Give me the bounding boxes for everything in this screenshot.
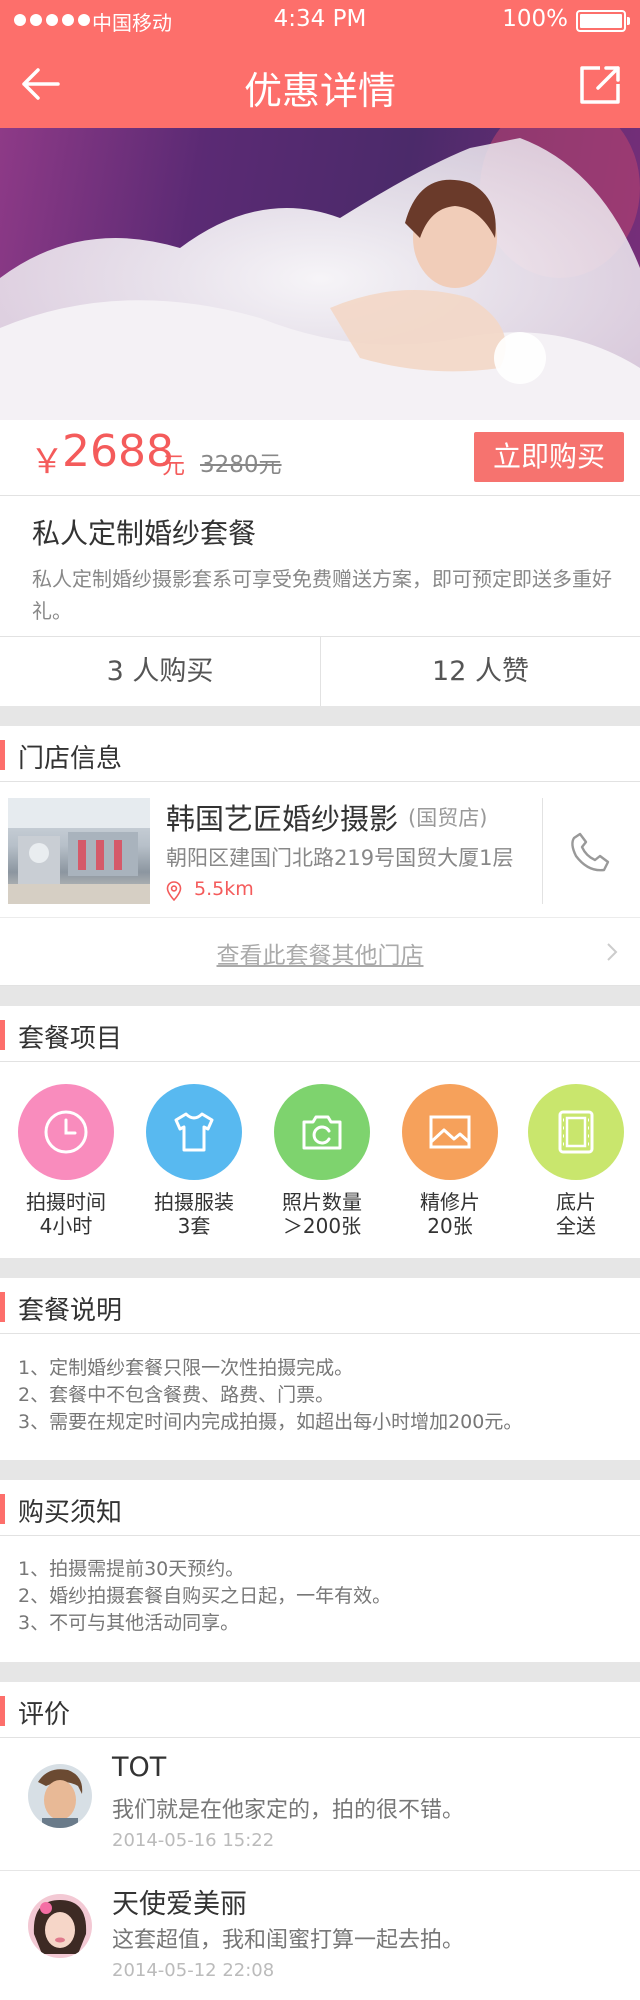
store-card[interactable]: 韩国艺匠婚纱摄影 (国贸店) 朝阳区建国门北路219号国贸大厦1层 5.5km	[0, 786, 640, 918]
package-description: 私人定制婚纱摄影套系可享受免费赠送方案，即可预定即送多重好礼。	[32, 567, 612, 623]
status-bar: 中国移动 4:34 PM 100%	[0, 0, 640, 40]
price-value: 2688	[62, 426, 174, 477]
store-branch: (国贸店)	[408, 806, 488, 830]
purchase-section-header: 购买须知	[0, 1480, 640, 1536]
store-section-header: 门店信息	[0, 726, 640, 782]
buyers-count: 3 人购买	[106, 656, 214, 687]
review-text: 我们就是在他家定的，拍的很不错。	[112, 1798, 465, 1823]
location-pin-icon	[166, 881, 182, 901]
section-accent-bar	[0, 1292, 5, 1322]
reviews-section-title: 评价	[18, 1700, 71, 1730]
store-photo	[8, 798, 150, 904]
nav-bar: 优惠详情	[0, 40, 640, 128]
note-line: 1、定制婚纱套餐只限一次性拍摄完成。	[18, 1357, 354, 1379]
package-title: 私人定制婚纱套餐	[32, 517, 257, 550]
reviewer-name: TOT	[112, 1752, 167, 1783]
film-icon	[528, 1084, 624, 1180]
reviews-section-header: 评价	[0, 1682, 640, 1738]
items-section-header: 套餐项目	[0, 1006, 640, 1062]
picture-icon	[402, 1084, 498, 1180]
note-line: 1、拍摄需提前30天预约。	[18, 1558, 245, 1580]
review-text: 这套超值，我和闺蜜打算一起去拍。	[112, 1928, 465, 1953]
other-stores-label: 查看此套餐其他门店	[216, 943, 424, 969]
section-accent-bar	[0, 1696, 5, 1726]
note-line: 3、不可与其他活动同享。	[18, 1612, 240, 1634]
item-value: 20张	[427, 1214, 473, 1238]
purchase-notes-list: 1、拍摄需提前30天预约。 2、婚纱拍摄套餐自购买之日起，一年有效。 3、不可与…	[18, 1556, 628, 1637]
review-time: 2014-05-12 22:08	[112, 1960, 275, 1981]
section-accent-bar	[0, 1494, 5, 1524]
section-divider	[0, 1662, 640, 1682]
items-section-title: 套餐项目	[18, 1024, 123, 1054]
review-time: 2014-05-16 15:22	[112, 1830, 275, 1851]
note-line: 2、婚纱拍摄套餐自购买之日起，一年有效。	[18, 1585, 392, 1607]
reviewer-name: 天使爱美丽	[112, 1889, 247, 1920]
item-label: 底片	[556, 1190, 596, 1214]
purchase-section-title: 购买须知	[18, 1498, 123, 1528]
package-item-retouched: 精修片 20张	[400, 1084, 500, 1238]
other-stores-link[interactable]: 查看此套餐其他门店	[0, 918, 640, 986]
stats-row: 3 人购买 12 人赞	[0, 636, 640, 707]
price-currency: ￥	[30, 442, 64, 482]
review-item: 天使爱美丽 这套超值，我和闺蜜打算一起去拍。 2014-05-12 22:08	[0, 1870, 640, 1994]
notes-list: 1、定制婚纱套餐只限一次性拍摄完成。 2、套餐中不包含餐费、路费、门票。 3、需…	[18, 1355, 628, 1436]
buy-now-button[interactable]: 立即购买	[474, 432, 624, 482]
store-name: 韩国艺匠婚纱摄影	[166, 802, 399, 836]
item-label: 照片数量	[282, 1190, 362, 1214]
camera-icon	[274, 1084, 370, 1180]
share-icon[interactable]	[578, 64, 622, 106]
package-item-shooting-time: 拍摄时间 4小时	[16, 1084, 116, 1238]
avatar	[28, 1894, 92, 1958]
package-item-outfits: 拍摄服装 3套	[144, 1084, 244, 1238]
battery-icon	[576, 10, 630, 32]
section-divider	[0, 986, 640, 1006]
section-divider	[0, 706, 640, 726]
price-row: ￥ 2688 元 3280元 立即购买	[0, 420, 640, 496]
item-label: 拍摄时间	[26, 1190, 106, 1214]
item-label: 精修片	[420, 1190, 480, 1214]
section-divider	[0, 1258, 640, 1278]
hero-image	[0, 128, 640, 420]
item-value: ＞200张	[282, 1214, 362, 1238]
avatar	[28, 1764, 92, 1828]
tshirt-icon	[146, 1084, 242, 1180]
phone-icon[interactable]	[568, 830, 612, 874]
item-value: 4小时	[39, 1214, 93, 1238]
note-line: 3、需要在规定时间内完成拍摄，如超出每小时增加200元。	[18, 1411, 523, 1433]
page-title: 优惠详情	[243, 69, 396, 113]
item-label: 拍摄服装	[154, 1190, 234, 1214]
likes-count[interactable]: 12 人赞	[320, 637, 640, 707]
top-bar: 中国移动 4:34 PM 100% 优惠详情	[0, 0, 640, 128]
clock-icon	[18, 1084, 114, 1180]
package-item-negatives: 底片 全送	[526, 1084, 626, 1238]
notes-section-header: 套餐说明	[0, 1278, 640, 1334]
notes-section-title: 套餐说明	[18, 1296, 123, 1326]
note-line: 2、套餐中不包含餐费、路费、门票。	[18, 1384, 335, 1406]
store-address: 朝阳区建国门北路219号国贸大厦1层	[166, 846, 514, 870]
store-section-title: 门店信息	[18, 744, 123, 774]
section-accent-bar	[0, 1020, 5, 1050]
section-divider	[0, 1460, 640, 1480]
chevron-right-icon	[607, 943, 618, 961]
item-value: 全送	[556, 1214, 596, 1238]
original-price: 3280元	[200, 452, 282, 478]
battery-percent: 100%	[502, 6, 568, 32]
store-divider	[542, 798, 543, 904]
store-distance: 5.5km	[194, 878, 254, 900]
package-item-photo-count: 照片数量 ＞200张	[272, 1084, 372, 1238]
price-unit: 元	[162, 453, 185, 479]
bride-photo-illustration	[0, 128, 640, 420]
review-item: TOT 我们就是在他家定的，拍的很不错。 2014-05-16 15:22	[0, 1740, 640, 1864]
package-items: 拍摄时间 4小时 拍摄服装 3套 照片数量 ＞200张 精修片 20张 底片 全…	[0, 1064, 640, 1256]
section-accent-bar	[0, 740, 5, 770]
item-value: 3套	[177, 1214, 211, 1238]
